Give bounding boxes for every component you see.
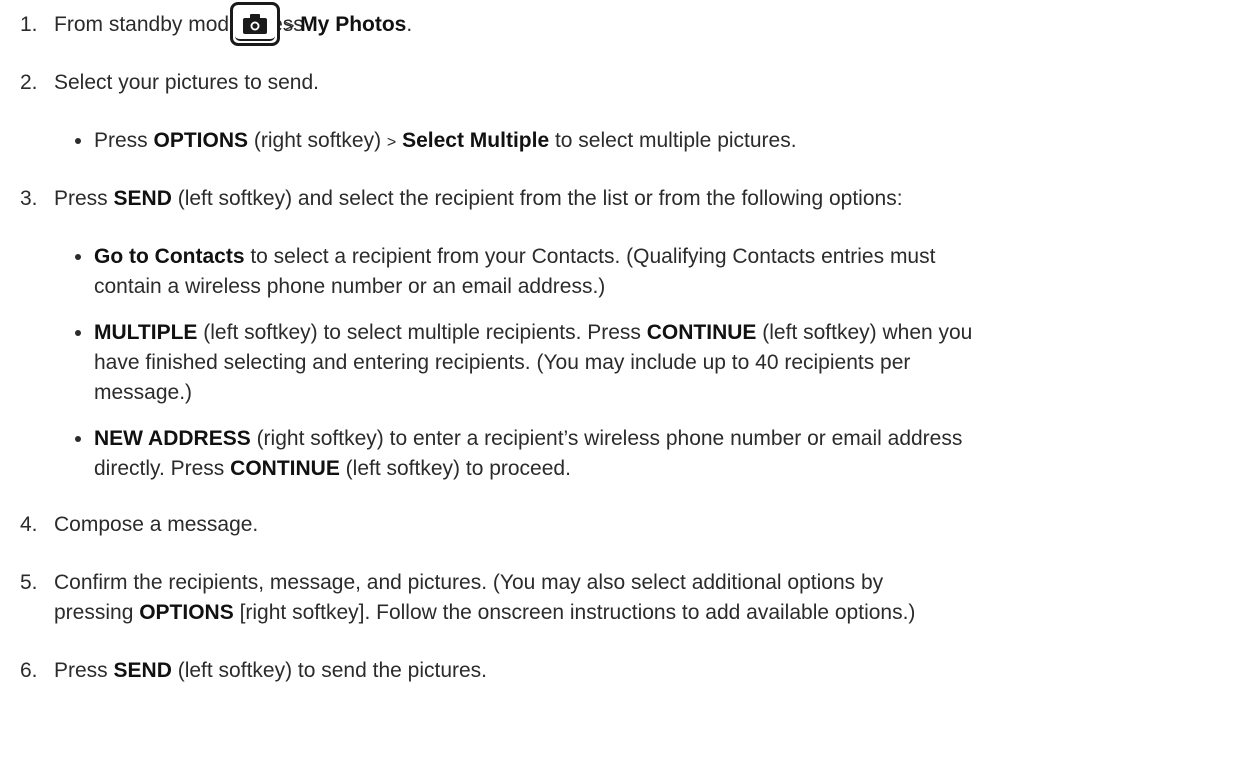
step-3-text: Press SEND (left softkey) and select the… (54, 187, 903, 210)
bullet-icon (75, 254, 81, 260)
select-multiple-label: Select Multiple (402, 129, 550, 152)
instructions-document: 1. From standby mode, press > My Photos.… (0, 0, 1250, 780)
step-2-bullet-text: Press OPTIONS (right softkey) > Select M… (94, 129, 797, 152)
step-3-bullet-1-line-2: contain a wireless phone number or an em… (94, 275, 606, 298)
step-6-number: 6. (20, 659, 38, 682)
multiple-label: MULTIPLE (94, 321, 198, 344)
step-5-line-1: Confirm the recipients, message, and pic… (54, 571, 884, 594)
bullet-icon (75, 436, 81, 442)
step-1-gt: > (285, 18, 295, 35)
step-5-number: 5. (20, 571, 38, 594)
step-3-bullet-2-line-1: MULTIPLE (left softkey) to select multip… (94, 321, 973, 344)
step-3-bullet-3-line-1: NEW ADDRESS (right softkey) to enter a r… (94, 427, 963, 450)
step-3-number: 3. (20, 187, 38, 210)
step-1-number: 1. (20, 13, 38, 36)
step-3-bullet-2-line-2: have finished selecting and entering rec… (94, 351, 911, 374)
options-label: OPTIONS (139, 601, 234, 624)
my-photos-label: My Photos (300, 13, 407, 36)
continue-label: CONTINUE (646, 321, 757, 344)
step-6-text: Press SEND (left softkey) to send the pi… (54, 659, 488, 682)
send-label: SEND (113, 659, 172, 682)
new-address-label: NEW ADDRESS (94, 427, 251, 450)
step-3-bullet-1-line-1: Go to Contacts to select a recipient fro… (94, 245, 936, 268)
bullet-icon (75, 138, 81, 144)
continue-label: CONTINUE (230, 457, 340, 480)
step-5-line-2: pressing OPTIONS [right softkey]. Follow… (54, 601, 916, 624)
step-4-text: Compose a message. (54, 513, 259, 536)
options-label: OPTIONS (153, 129, 249, 152)
send-label: SEND (113, 187, 172, 210)
step-1-tail: > My Photos. (285, 13, 413, 36)
step-2-text: Select your pictures to send. (54, 71, 319, 94)
camera-key-icon (230, 2, 280, 46)
bullet-icon (75, 330, 81, 336)
go-to-contacts-label: Go to Contacts (94, 245, 245, 268)
step-4-number: 4. (20, 513, 38, 536)
step-2-number: 2. (20, 71, 38, 94)
step-3-bullet-3-line-2: directly. Press CONTINUE (left softkey) … (94, 457, 571, 480)
step-3-bullet-2-line-3: message.) (94, 381, 193, 404)
camera-icon (243, 14, 267, 34)
